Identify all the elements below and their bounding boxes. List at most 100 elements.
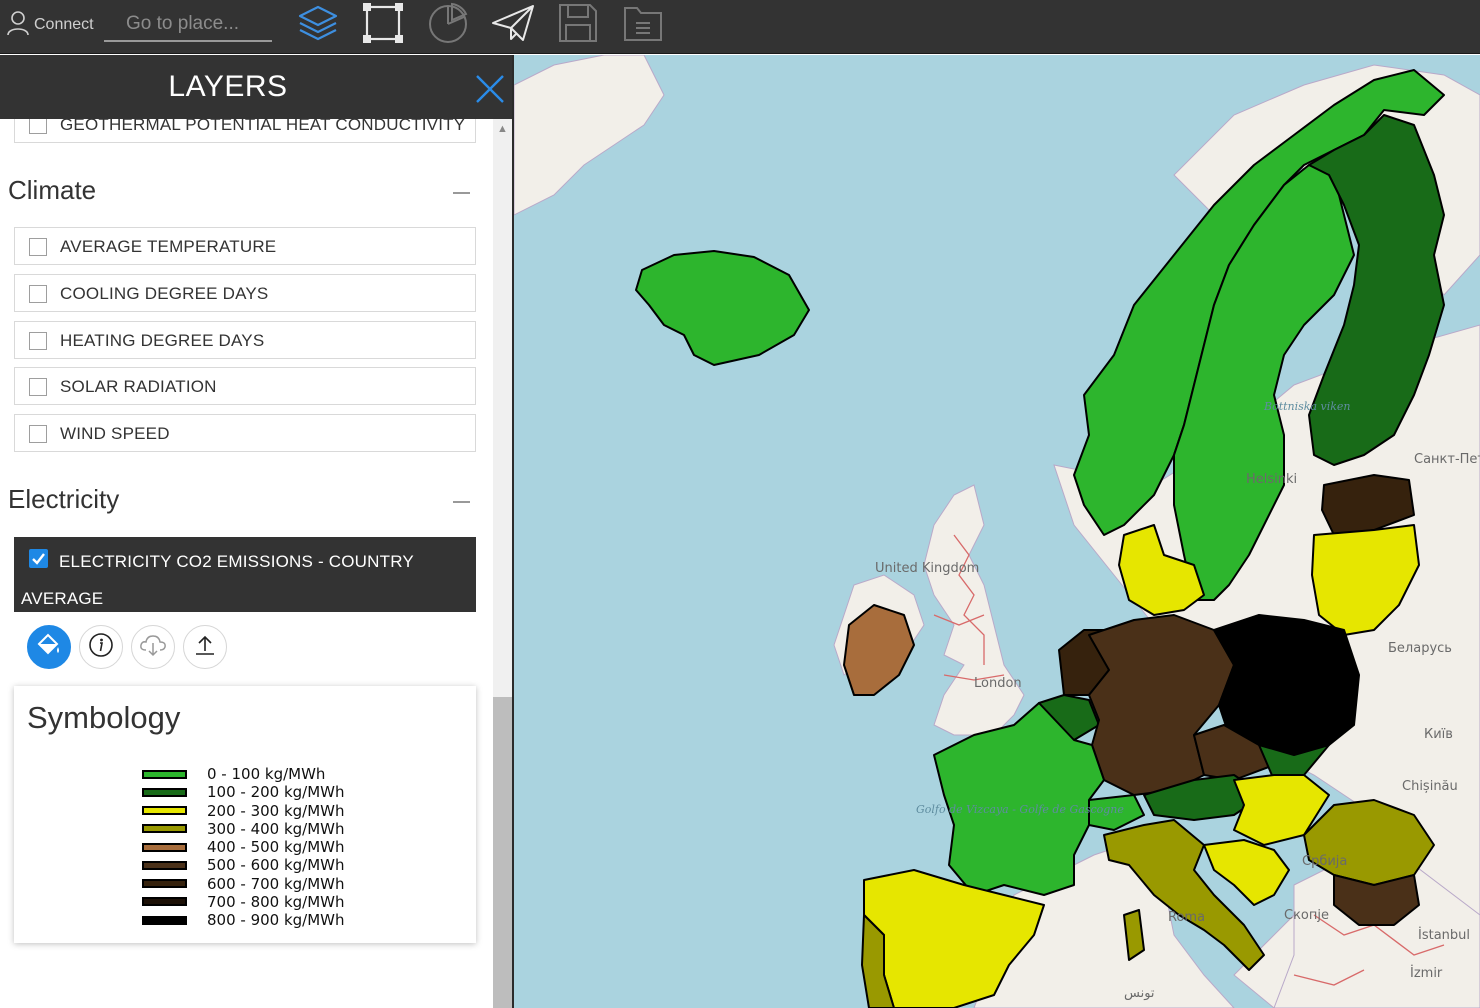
map-label-chisinau: Chișinău [1402,779,1458,794]
legend-label: 400 - 500 kg/MWh [207,838,345,856]
close-icon [474,75,506,109]
legend-swatch [142,897,187,907]
legend-item: 100 - 200 kg/MWh [142,783,345,801]
cloud-download-icon [139,633,167,662]
map-label-roma: Roma [1168,910,1205,925]
map-label-united-kingdom: United Kingdom [875,561,979,576]
symbology-panel: Symbology 0 - 100 kg/MWh 100 - 200 kg/MWh… [14,686,476,943]
map-view[interactable]: Helsinki United Kingdom London Беларусь … [514,55,1480,1008]
file-icon [622,3,664,48]
layer-label: AVERAGE TEMPERATURE [60,237,277,256]
map-label-saint-petersburg: Санкт-Петербург [1414,452,1480,467]
selection-button[interactable] [359,2,407,48]
layer-row-solar-radiation[interactable]: SOLAR RADIATION [14,367,476,405]
legend-swatch [142,787,187,797]
legend-swatch [142,842,187,852]
map-label-serbia: Србија [1302,854,1347,869]
map-label-gulf-of-bothnia: Bottniska viken [1263,400,1351,413]
layer-row-cooling-degree-days[interactable]: COOLING DEGREE DAYS [14,274,476,312]
layer-label: HEATING DEGREE DAYS [60,331,265,350]
layer-label: WIND SPEED [60,424,170,443]
selection-icon [362,2,404,49]
legend-label: 200 - 300 kg/MWh [207,801,345,820]
legend-label: 700 - 800 kg/MWh [207,892,345,911]
info-button[interactable] [79,625,123,669]
send-button[interactable] [489,2,537,48]
connect-label: Connect [34,16,94,33]
legend-label: 100 - 200 kg/MWh [207,783,345,802]
save-icon [557,2,599,49]
legend-item: 800 - 900 kg/MWh [142,911,345,929]
layer-row-electricity-co2[interactable]: ELECTRICITY CO2 EMISSIONS - COUNTRY AVER… [14,537,476,612]
upload-button[interactable] [183,625,227,669]
map-label-bay-of-biscay: Golfo de Vizcaya - Golfe de Gascogne [916,803,1124,816]
legend-swatch [142,824,187,834]
paint-bucket-icon [36,633,62,662]
layer-label: ELECTRICITY CO2 EMISSIONS - COUNTRY AVER… [21,552,414,608]
download-button[interactable] [131,625,175,669]
map-label-tunis: تونس [1124,986,1155,1001]
checkbox[interactable] [29,378,47,396]
info-icon [88,632,114,663]
scroll-up-arrow-icon[interactable]: ▲ [497,123,508,135]
group-title-climate: Climate [8,175,97,205]
legend-label: 500 - 600 kg/MWh [207,856,345,875]
legend-item: 300 - 400 kg/MWh [142,820,345,838]
collapse-climate-button[interactable] [453,192,470,194]
user-icon [6,10,30,41]
top-toolbar: Connect [0,0,1480,54]
layers-icon [297,3,339,48]
legend-label: 800 - 900 kg/MWh [207,911,345,929]
layer-row-average-temperature[interactable]: AVERAGE TEMPERATURE [14,227,476,265]
layer-row-wind-speed[interactable]: WIND SPEED [14,414,476,452]
connect-button[interactable]: Connect [6,10,94,40]
panel-header: LAYERS [0,55,512,119]
send-icon [491,3,535,48]
legend-item: 0 - 100 kg/MWh [142,765,325,783]
save-button[interactable] [554,2,602,48]
checkbox[interactable] [29,425,47,443]
legend-label: 0 - 100 kg/MWh [207,765,326,783]
collapse-electricity-button[interactable] [453,501,470,503]
layer-row-heating-degree-days[interactable]: HEATING DEGREE DAYS [14,321,476,359]
group-title-electricity: Electricity [8,484,120,514]
scrollbar-thumb[interactable] [493,697,512,1008]
legend-swatch [142,879,187,888]
style-button[interactable] [27,625,71,669]
layer-label: COOLING DEGREE DAYS [60,284,269,303]
map-label-skopje: Скопје [1284,908,1329,923]
search-input[interactable] [104,8,272,42]
map-canvas[interactable]: Helsinki United Kingdom London Беларусь … [514,55,1480,1008]
layer-label: SOLAR RADIATION [60,377,217,396]
checkbox[interactable] [29,332,47,350]
map-label-london: London [974,676,1022,691]
map-label-izmir: İzmir [1410,965,1443,981]
symbology-title: Symbology [27,700,181,735]
chart-button[interactable] [424,2,472,48]
legend-label: 600 - 700 kg/MWh [207,874,345,893]
map-label-istanbul: İstanbul [1418,927,1470,943]
legend-label: 300 - 400 kg/MWh [207,819,345,838]
legend-item: 500 - 600 kg/MWh [142,856,345,874]
legend-item: 200 - 300 kg/MWh [142,802,345,820]
chart-icon [427,2,469,49]
map-label-helsinki: Helsinki [1246,472,1297,487]
legend-swatch [142,769,187,779]
layers-button[interactable] [294,2,342,48]
panel-title: LAYERS [168,70,288,103]
legend-item: 600 - 700 kg/MWh [142,875,345,893]
country-iceland[interactable] [635,250,810,366]
legend-item: 400 - 500 kg/MWh [142,838,345,856]
country-croatia-slovenia[interactable] [1203,839,1290,906]
legend-swatch [142,806,187,815]
legend-swatch [142,915,187,925]
file-button[interactable] [619,2,667,48]
close-button[interactable] [474,73,506,105]
legend-item: 700 - 800 kg/MWh [142,893,345,911]
checkbox[interactable] [29,285,47,303]
layers-panel: ▲ GEOTHERMAL POTENTIAL HEAT CONDUCTIVITY… [0,55,514,1008]
legend-swatch [142,860,187,870]
upload-icon [193,633,217,662]
map-label-belarus: Беларусь [1388,641,1452,656]
checkbox[interactable] [29,238,47,256]
